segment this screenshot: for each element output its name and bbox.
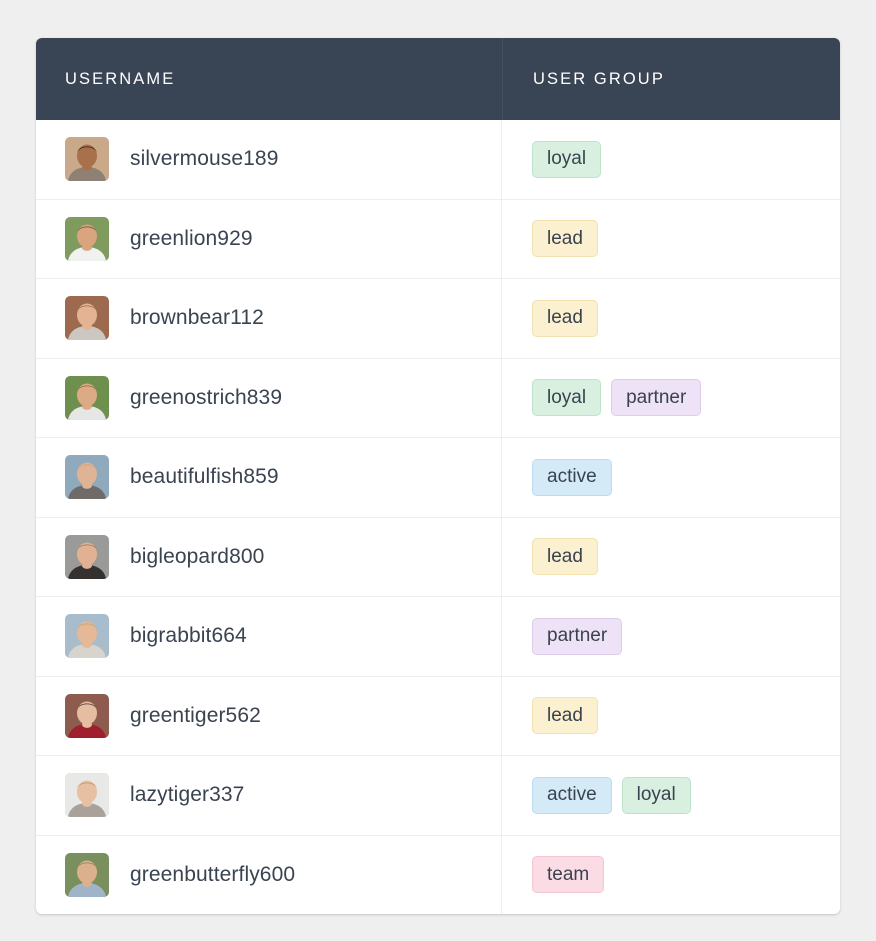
table-row[interactable]: brownbear112 lead: [36, 278, 840, 358]
user-group-badge-lead[interactable]: lead: [532, 220, 598, 258]
user-group-badge-partner[interactable]: partner: [611, 379, 702, 417]
cell-username: beautifulfish859: [36, 438, 502, 517]
table-row[interactable]: greenostrich839 loyal partner: [36, 357, 840, 438]
cell-user-group: loyal: [502, 120, 840, 199]
user-group-badge-loyal[interactable]: loyal: [532, 379, 602, 417]
column-header-username[interactable]: USERNAME: [36, 38, 502, 120]
cell-username: greenlion929: [36, 199, 502, 278]
table-row[interactable]: greentiger562 lead: [36, 675, 840, 756]
avatar: [65, 614, 109, 659]
username-label: beautifulfish859: [130, 465, 279, 489]
user-group-badge-lead[interactable]: lead: [532, 299, 598, 337]
cell-username: bigleopard800: [36, 517, 502, 596]
cell-username: greenbutterfly600: [36, 835, 502, 914]
cell-username: brownbear112: [36, 279, 502, 358]
table-row[interactable]: bigleopard800 lead: [36, 516, 840, 597]
table-row[interactable]: silvermouse189 loyal: [36, 120, 840, 199]
avatar: [65, 296, 109, 341]
username-label: bigleopard800: [130, 544, 265, 568]
cell-username: lazytiger337: [36, 756, 502, 835]
cell-username: silvermouse189: [36, 120, 502, 199]
username-label: greenostrich839: [130, 385, 283, 409]
table-row[interactable]: greenlion929 lead: [36, 198, 840, 279]
username-label: greenbutterfly600: [130, 862, 296, 886]
cell-user-group: partner: [502, 597, 840, 676]
table-row[interactable]: greenbutterfly600 team: [36, 834, 840, 915]
username-label: lazytiger337: [130, 783, 245, 807]
user-group-badge-team[interactable]: team: [532, 856, 605, 894]
cell-user-group: team: [502, 836, 840, 915]
avatar: [65, 137, 109, 182]
cell-user-group: active: [502, 438, 840, 517]
avatar: [65, 693, 109, 738]
avatar: [65, 216, 109, 261]
user-group-badge-lead[interactable]: lead: [532, 697, 598, 735]
username-label: bigrabbit664: [130, 624, 247, 648]
user-group-badge-lead[interactable]: lead: [532, 538, 598, 576]
cell-user-group: lead: [502, 518, 840, 597]
username-label: greenlion929: [130, 226, 253, 250]
cell-user-group: active loyal: [502, 756, 840, 835]
table-header-row: USERNAME USER GROUP: [36, 38, 840, 120]
avatar: [65, 455, 109, 500]
cell-user-group: lead: [502, 200, 840, 279]
avatar: [65, 773, 109, 818]
avatar: [65, 375, 109, 420]
username-label: silvermouse189: [130, 147, 279, 171]
username-label: greentiger562: [130, 703, 261, 727]
user-group-badge-partner[interactable]: partner: [532, 617, 623, 655]
user-group-badge-active[interactable]: active: [532, 776, 612, 814]
user-group-badge-active[interactable]: active: [532, 458, 612, 496]
user-group-badge-loyal[interactable]: loyal: [621, 776, 691, 814]
cell-username: bigrabbit664: [36, 597, 502, 676]
cell-user-group: lead: [502, 677, 840, 756]
cell-user-group: loyal partner: [502, 359, 840, 438]
cell-username: greenostrich839: [36, 358, 502, 437]
username-label: brownbear112: [130, 306, 264, 330]
cell-username: greentiger562: [36, 676, 502, 755]
user-table-card: USERNAME USER GROUP silvermouse189 loyal …: [36, 38, 840, 914]
avatar: [65, 852, 109, 897]
table-row[interactable]: lazytiger337 active loyal: [36, 755, 840, 835]
table-row[interactable]: bigrabbit664 partner: [36, 596, 840, 676]
avatar: [65, 534, 109, 579]
table-body: silvermouse189 loyal greenlion929 lead bro…: [36, 120, 840, 914]
column-header-user-group[interactable]: USER GROUP: [502, 38, 840, 120]
user-group-badge-loyal[interactable]: loyal: [532, 140, 602, 178]
table-row[interactable]: beautifulfish859 active: [36, 437, 840, 517]
cell-user-group: lead: [502, 279, 840, 358]
